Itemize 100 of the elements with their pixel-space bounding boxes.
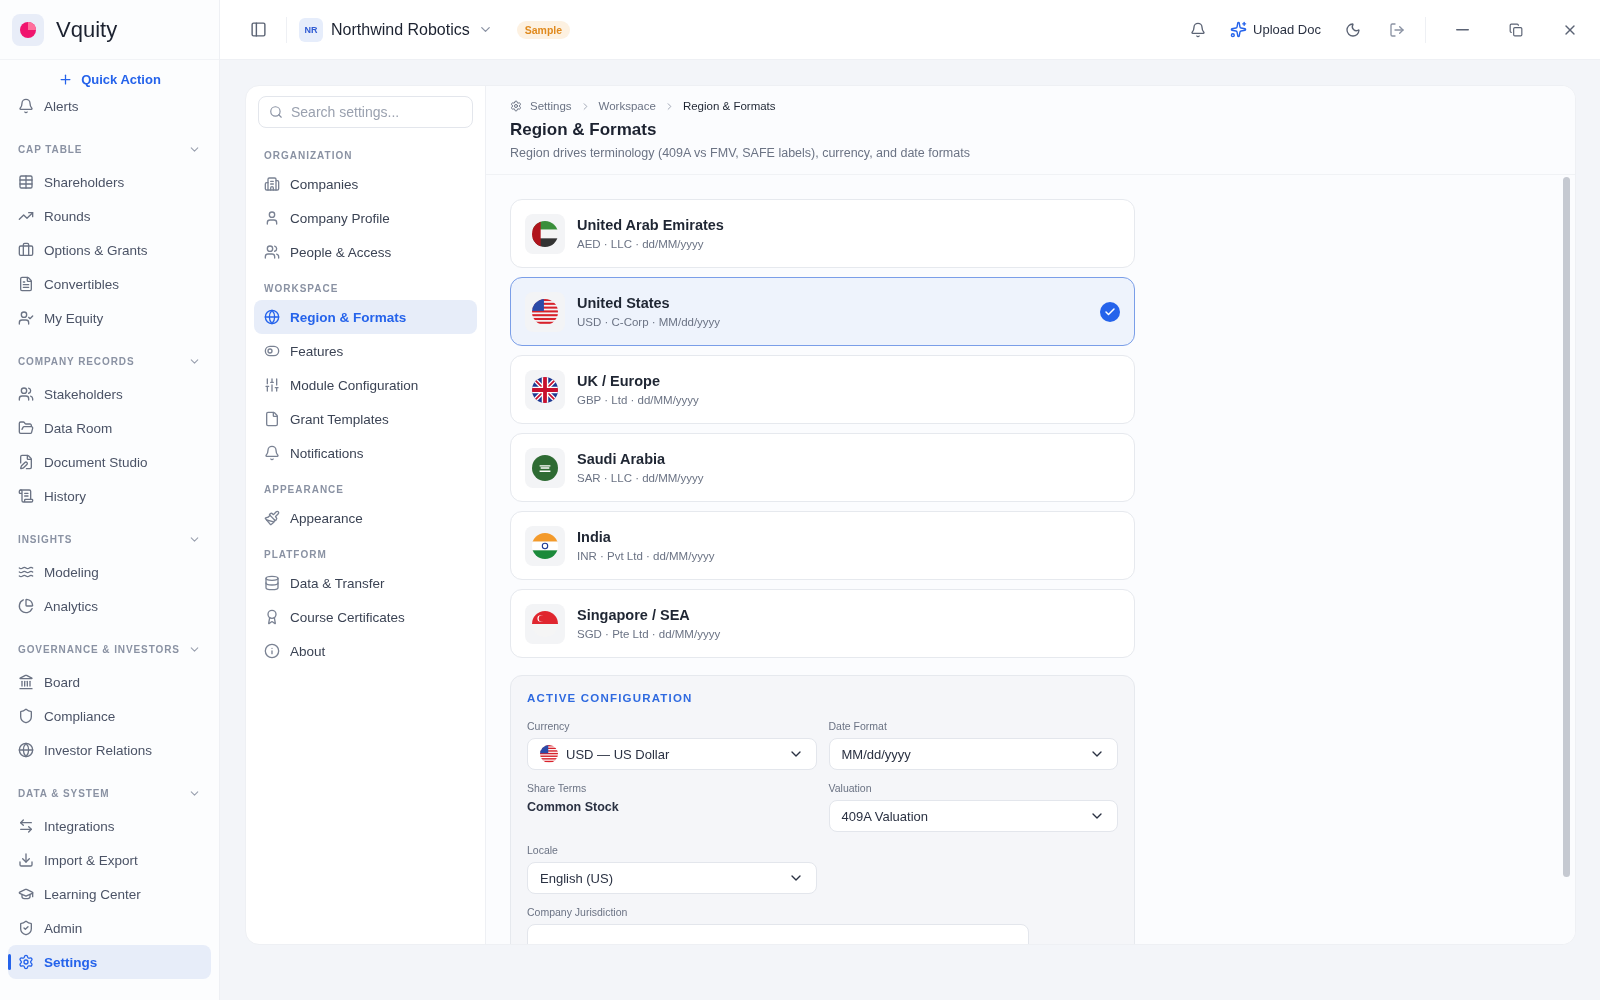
flag-icon [540,745,558,763]
minimize-icon [1455,28,1469,31]
bell-icon [1190,21,1207,38]
section-heading: GOVERNANCE & INVESTORS [18,643,180,655]
field-label: Currency [527,720,571,732]
sidebar-item[interactable]: Learning Center [8,877,211,911]
select-field[interactable]: English (US) [527,862,817,894]
sidebar-item[interactable]: Stakeholders [8,377,211,411]
logout-icon [1389,21,1405,38]
sidebar-item[interactable]: Integrations [8,809,211,843]
bank-icon [18,674,34,690]
region-details: AED · LLC · dd/MM/yyyy [577,238,705,250]
bell-icon [18,98,34,114]
panel-icon [249,21,267,38]
check-icon [1100,301,1120,322]
settings-nav-item[interactable]: Notifications [254,436,477,470]
breadcrumb-link[interactable]: Workspace [598,100,656,112]
sidebar-item[interactable]: Rounds [8,199,211,233]
currency-select[interactable]: USD — US Dollar [527,738,817,770]
settings-nav-item[interactable]: Company Profile [254,201,477,235]
sidebar-item[interactable]: Board [8,665,211,699]
sidebar-item[interactable]: History [8,479,211,513]
breadcrumb-link[interactable]: Region & Formats [682,100,776,112]
settings-nav-item[interactable]: Course Certificates [254,600,477,634]
flag-icon [525,369,565,410]
users-icon [264,244,280,260]
sidebar-item[interactable]: Options & Grants [8,233,211,267]
sidebar-item[interactable]: Analytics [8,589,211,623]
table-icon [18,174,34,190]
settings-nav-item[interactable]: Appearance [254,501,477,535]
select-field[interactable]: MM/dd/yyyy [828,738,1118,770]
logo-icon [12,13,44,46]
region-details: INR · Pvt Ltd · dd/MM/yyyy [577,550,716,562]
plus-icon [58,72,74,87]
shield-check-icon [18,920,34,936]
group-heading: PLATFORM [263,548,328,562]
sidebar-item[interactable]: Shareholders [8,165,211,199]
region-option[interactable]: India INR · Pvt Ltd · dd/MM/yyyy [510,511,1135,580]
panel-heading: ACTIVE CONFIGURATION [527,692,694,704]
settings-nav-item[interactable]: Region & Formats [254,300,477,334]
flag-icon [525,525,565,566]
settings-icon [510,100,522,112]
search-field[interactable]: Search settings... [258,96,473,128]
users-icon [18,386,34,402]
region-name: India [577,529,612,545]
info-icon [264,643,280,659]
sample-badge: Sample [516,20,571,39]
sidebar-item[interactable]: Convertibles [8,267,211,301]
select-field[interactable]: 409A Valuation [828,800,1118,832]
award-icon [264,609,280,625]
quick-action-button[interactable]: Quick Action [52,68,167,91]
region-option[interactable]: Saudi Arabia SAR · LLC · dd/MM/yyyy [510,433,1135,502]
settings-nav-item[interactable]: Data & Transfer [254,566,477,600]
flag-icon [525,447,565,488]
region-name: United States [577,295,671,311]
field-label: Locale [527,844,559,856]
sidebar-item[interactable]: Admin [8,911,211,945]
app-name: Vquity [56,16,118,43]
upload-doc-button[interactable]: Upload Doc [1226,17,1325,42]
sidebar-item[interactable]: Import & Export [8,843,211,877]
sidebar-item[interactable]: Alerts [8,93,211,123]
region-option[interactable]: United States USD · C-Corp · MM/dd/yyyy [510,277,1135,346]
field-label: Date Format [828,720,888,732]
field-label: Company Jurisdiction [527,906,629,918]
settings-icon [18,954,34,970]
sidebar-item[interactable]: Investor Relations [8,733,211,767]
region-option[interactable]: UK / Europe GBP · Ltd · dd/MM/yyyy [510,355,1135,424]
sidebar-item[interactable]: Data Room [8,411,211,445]
sidebar-item[interactable]: Modeling [8,555,211,589]
breadcrumb-link[interactable]: Settings [530,100,572,112]
group-heading: ORGANIZATION [263,149,354,163]
scroll-icon [18,488,34,504]
region-name: Singapore / SEA [577,607,691,623]
settings-nav-item[interactable]: Features [254,334,477,368]
region-option[interactable]: United Arab Emirates AED · LLC · dd/MM/yyyy [510,199,1135,268]
waves-icon [18,564,34,580]
section-heading: DATA & SYSTEM [18,787,110,799]
graduation-cap-icon [18,886,34,902]
globe-icon [264,309,280,325]
settings-nav-item[interactable]: Companies [254,167,477,201]
restore-icon [1509,22,1523,37]
settings-nav-item[interactable]: People & Access [254,235,477,269]
company-switcher[interactable]: NR Northwind Robotics [299,17,493,42]
sidebar-item[interactable]: Document Studio [8,445,211,479]
region-details: SGD · Pte Ltd · dd/MM/yyyy [577,628,722,640]
search-icon [269,105,283,119]
settings-nav-item[interactable]: Module Configuration [254,368,477,402]
sidebar-item[interactable]: My Equity [8,301,211,335]
flag-icon [525,603,565,644]
region-option[interactable]: Singapore / SEA SGD · Pte Ltd · dd/MM/yyyy [510,589,1135,658]
settings-nav-item[interactable]: About [254,634,477,668]
scrollbar[interactable] [1563,177,1570,877]
page-title: Region & Formats [510,120,658,140]
sparkles-icon [1230,21,1248,38]
region-details: SAR · LLC · dd/MM/yyyy [577,472,705,484]
sidebar-item[interactable]: Compliance [8,699,211,733]
region-name: UK / Europe [577,373,661,389]
sidebar-item[interactable]: Settings [8,945,211,979]
pie-chart-icon [18,598,34,614]
settings-nav-item[interactable]: Grant Templates [254,402,477,436]
